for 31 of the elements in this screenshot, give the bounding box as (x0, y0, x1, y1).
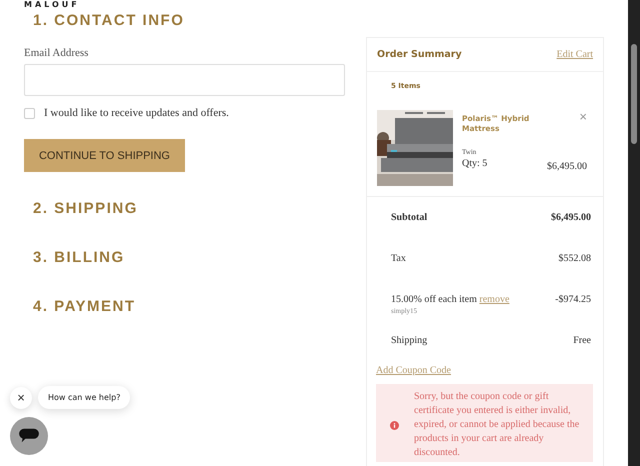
checkbox[interactable] (24, 108, 35, 118)
total-value: Free (573, 335, 591, 348)
checkbox-label: I would like to receive updates and offers. (44, 107, 229, 119)
product-quantity: Qty: 5 (462, 158, 488, 169)
section-heading: 2. SHIPPING (33, 199, 138, 219)
continue-button[interactable]: CONTINUE TO SHIPPING (24, 139, 185, 172)
total-value: $6,495.00 (551, 212, 591, 225)
section-heading: 3. BILLING (33, 248, 125, 268)
remove-link[interactable]: remove (479, 294, 510, 305)
chat-button[interactable] (10, 417, 48, 455)
add-coupon-link[interactable]: Add Coupon Code (376, 365, 603, 376)
email-field[interactable] (24, 64, 345, 96)
total-value: $552.08 (558, 253, 591, 266)
close-button[interactable]: × (10, 386, 32, 408)
chat-prompt: How can we help? (38, 386, 130, 409)
logo[interactable]: MALOUF (24, 0, 80, 9)
product-price: $6,495.00 (547, 161, 587, 172)
info-icon (390, 420, 399, 430)
total-label: 15.00% off each item remove (391, 294, 510, 305)
error-message: Sorry, but the coupon code or gift certificate you entered is either invalid, expired, or cannot be applied because the products in your cart are already discounted. (414, 390, 580, 460)
section-heading: 1. CONTACT INFO (33, 11, 184, 31)
total-label: Subtotal (391, 212, 428, 225)
field-label: Email Address (24, 47, 90, 59)
scrollbar[interactable] (628, 0, 640, 466)
total-value: -$974.25 (555, 294, 591, 307)
panel-title: Order Summary (377, 49, 462, 60)
total-label: Tax (391, 253, 406, 266)
total-label: Shipping (391, 335, 428, 348)
edit-cart-link[interactable]: Edit Cart (556, 49, 593, 60)
section-heading: 4. PAYMENT (33, 297, 136, 317)
chat-icon (18, 427, 40, 445)
